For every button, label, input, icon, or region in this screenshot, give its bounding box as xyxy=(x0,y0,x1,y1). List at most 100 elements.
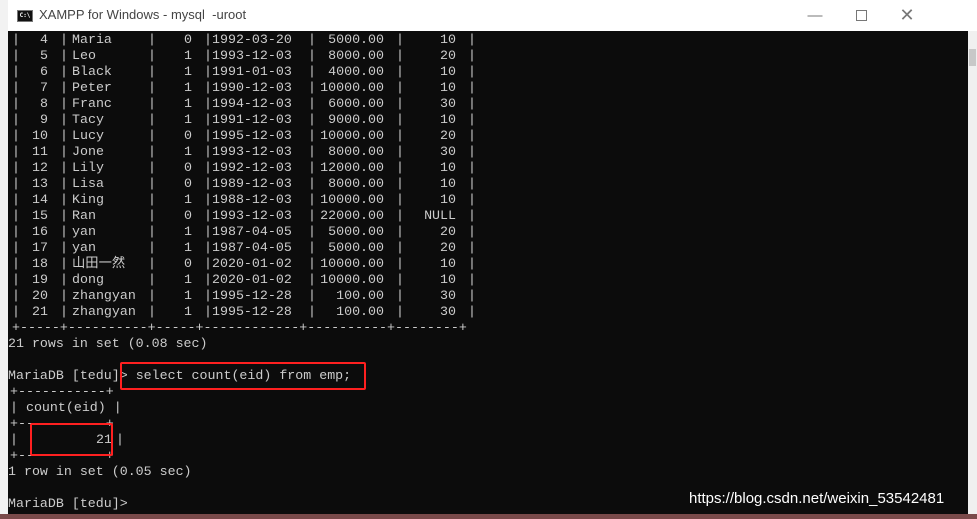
column-separator: | xyxy=(204,64,212,79)
cell-gender: 1 xyxy=(184,80,192,95)
title-bar[interactable]: C:\ XAMPP for Windows - mysql -uroot — ✕ xyxy=(8,0,977,31)
cell-eid: 9 xyxy=(40,112,48,127)
cell-dept: 30 xyxy=(440,96,456,111)
cell-dept: 20 xyxy=(440,128,456,143)
background-desktop xyxy=(0,0,8,519)
cell-eid: 21 xyxy=(32,304,48,319)
cell-gender: 0 xyxy=(184,32,192,47)
column-separator: | xyxy=(60,144,68,159)
column-separator: | xyxy=(204,96,212,111)
column-separator: | xyxy=(468,80,476,95)
column-separator: | xyxy=(204,144,212,159)
cell-dept: 30 xyxy=(440,304,456,319)
cell-eid: 20 xyxy=(32,288,48,303)
cell-name: Black xyxy=(72,64,112,79)
table-row: | | | | | | | 11 Jone 1 1993-12-03 8000.00 30 xyxy=(8,144,488,160)
cell-name: Franc xyxy=(72,96,112,111)
cell-gender: 1 xyxy=(184,96,192,111)
cell-dept: 20 xyxy=(440,48,456,63)
column-separator: | xyxy=(60,304,68,319)
column-separator: | xyxy=(60,192,68,207)
cell-name: Lily xyxy=(72,160,104,175)
cell-name: King xyxy=(72,192,104,207)
cell-eid: 14 xyxy=(32,192,48,207)
cell-date: 1992-12-03 xyxy=(212,160,292,175)
cell-eid: 15 xyxy=(32,208,48,223)
column-separator: | xyxy=(204,176,212,191)
close-button[interactable]: ✕ xyxy=(884,0,930,31)
cell-dept: 30 xyxy=(440,288,456,303)
column-separator: | xyxy=(204,128,212,143)
column-separator: | xyxy=(468,224,476,239)
cell-salary: 10000.00 xyxy=(320,192,384,207)
cell-eid: 5 xyxy=(40,48,48,63)
cell-gender: 1 xyxy=(184,64,192,79)
column-separator: | xyxy=(60,96,68,111)
result-header: | count(eid) | xyxy=(10,400,122,415)
cell-eid: 8 xyxy=(40,96,48,111)
column-separator: | xyxy=(468,304,476,319)
table-row: | | | | | | | 13 Lisa 0 1989-12-03 8000.00 10 xyxy=(8,176,488,192)
column-separator: | xyxy=(468,128,476,143)
cell-gender: 1 xyxy=(184,192,192,207)
column-separator: | xyxy=(468,96,476,111)
cell-name: Lisa xyxy=(72,176,104,191)
cell-date: 1995-12-28 xyxy=(212,304,292,319)
column-separator: | xyxy=(468,176,476,191)
cell-gender: 0 xyxy=(184,160,192,175)
border-start: + xyxy=(12,320,20,335)
cell-name: zhangyan xyxy=(72,304,136,319)
cell-date: 1990-12-03 xyxy=(212,80,292,95)
cell-salary: 9000.00 xyxy=(328,112,384,127)
column-separator: | xyxy=(204,48,212,63)
cell-date: 1995-12-28 xyxy=(212,288,292,303)
maximize-button[interactable] xyxy=(838,0,884,31)
column-separator: | xyxy=(468,192,476,207)
cell-dept: 10 xyxy=(440,32,456,47)
cell-date: 1993-12-03 xyxy=(212,208,292,223)
final-prompt[interactable]: MariaDB [tedu]> xyxy=(8,496,128,512)
cell-name: Ran xyxy=(72,208,96,223)
column-separator: | xyxy=(468,144,476,159)
window-title: XAMPP for Windows - mysql -uroot xyxy=(39,7,247,22)
table-row: | | | | | | | 19 dong 1 2020-01-02 10000.00 10 xyxy=(8,272,488,288)
cell-dept: 10 xyxy=(440,80,456,95)
column-separator: | xyxy=(204,304,212,319)
vertical-scrollbar[interactable] xyxy=(968,31,977,514)
cell-salary: 10000.00 xyxy=(320,272,384,287)
close-icon: ✕ xyxy=(899,5,915,25)
column-separator: | xyxy=(60,240,68,255)
column-separator: | xyxy=(60,272,68,287)
column-separator: | xyxy=(60,208,68,223)
table-row: | | | | | | | 17 yan 1 1987-04-05 5000.00 20 xyxy=(8,240,488,256)
result-row: | 21 | xyxy=(10,432,124,447)
scrollbar-thumb[interactable] xyxy=(969,49,976,66)
cell-name: Lucy xyxy=(72,128,104,143)
minimize-button[interactable]: — xyxy=(792,0,838,31)
border-text: -----+----------+-----+------------+----… xyxy=(19,320,467,335)
cell-dept: 10 xyxy=(440,256,456,271)
terminal-window: C:\ XAMPP for Windows - mysql -uroot — ✕… xyxy=(8,0,977,514)
cell-gender: 1 xyxy=(184,224,192,239)
table-row: | | | | | | | 12 Lily 0 1992-12-03 12000.00 10 xyxy=(8,160,488,176)
terminal-output[interactable]: +-----+----------+-----+------------+---… xyxy=(8,31,968,514)
cell-date: 1989-12-03 xyxy=(212,176,292,191)
column-separator: | xyxy=(204,288,212,303)
column-separator: | xyxy=(468,48,476,63)
cell-date: 1993-12-03 xyxy=(212,144,292,159)
cell-eid: 18 xyxy=(32,256,48,271)
cell-date: 1991-12-03 xyxy=(212,112,292,127)
table-row: | | | | | | | 5 Leo 1 1993-12-03 8000.00 20 xyxy=(8,48,488,64)
cell-date: 1988-12-03 xyxy=(212,192,292,207)
cell-date: 2020-01-02 xyxy=(212,256,292,271)
column-separator: | xyxy=(204,112,212,127)
column-separator: | xyxy=(204,160,212,175)
column-separator: | xyxy=(60,160,68,175)
column-separator: | xyxy=(60,224,68,239)
table-bottom-border: +-----+----------+-----+------------+---… xyxy=(12,320,467,336)
result-summary: 1 row in set (0.05 sec) xyxy=(8,464,192,479)
cell-dept: 10 xyxy=(440,160,456,175)
column-separator: | xyxy=(60,64,68,79)
column-separator: | xyxy=(204,272,212,287)
cell-name: Maria xyxy=(72,32,112,47)
